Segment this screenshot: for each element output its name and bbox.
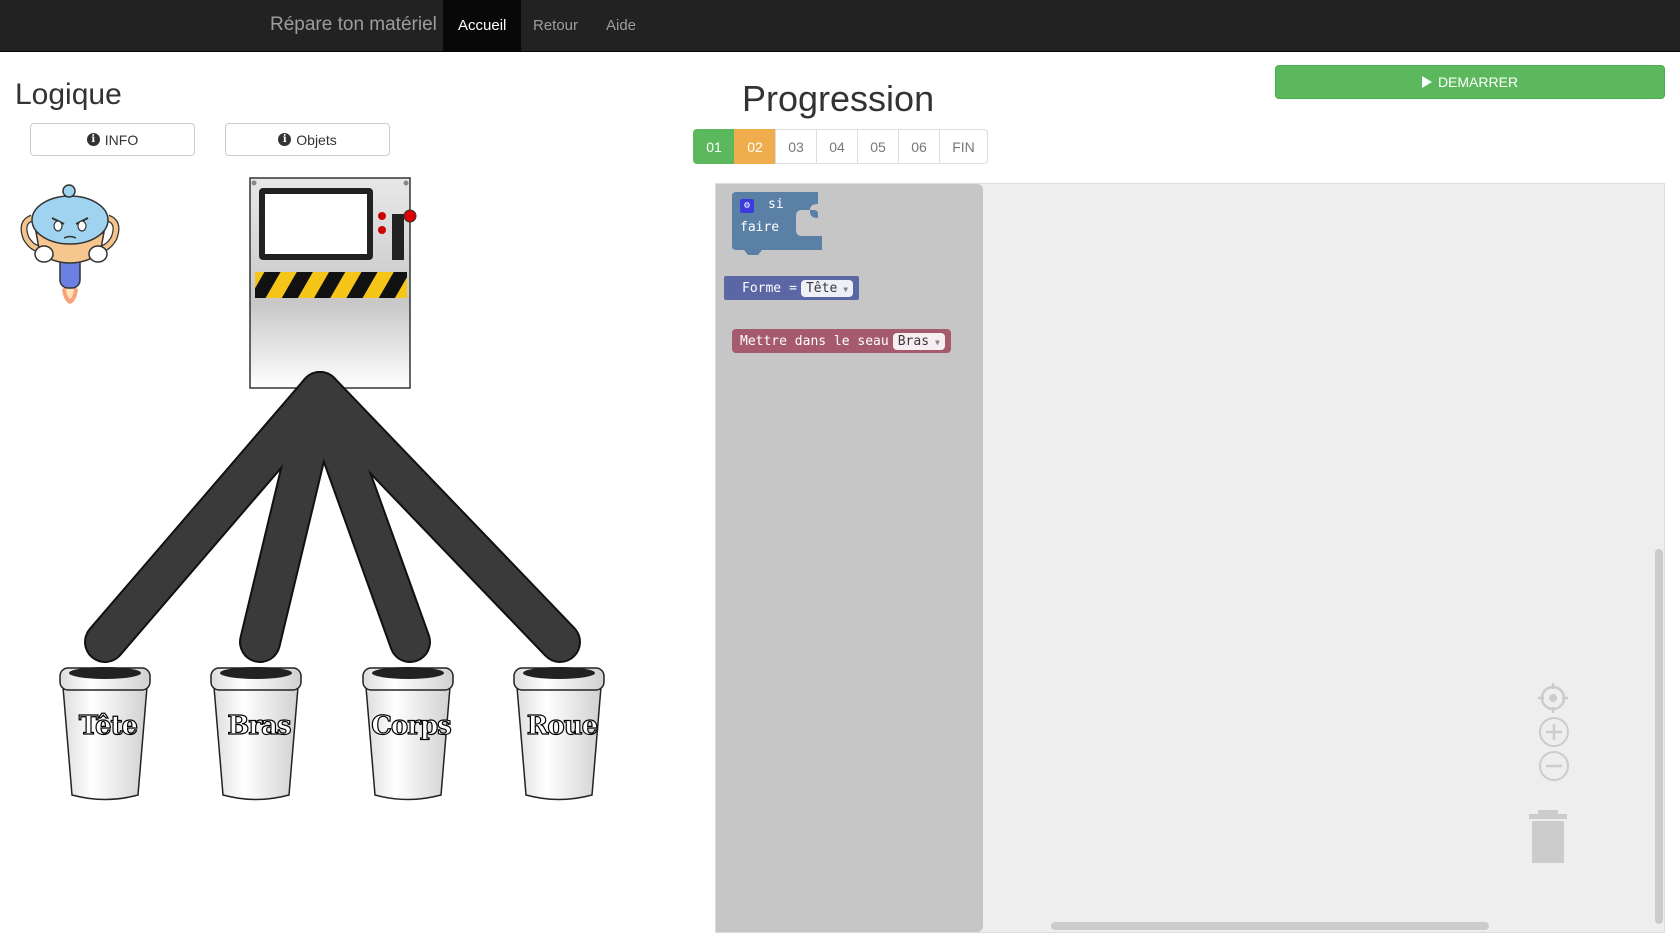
bucket-label-roue: Roue bbox=[526, 710, 599, 741]
info-button[interactable]: i INFO bbox=[30, 123, 195, 156]
bucket-value-label: Bras bbox=[897, 333, 930, 349]
objects-button[interactable]: i Objets bbox=[225, 123, 390, 156]
machine bbox=[249, 177, 417, 389]
if-block-faire: faire bbox=[740, 220, 780, 235]
compare-value-label: Tête bbox=[805, 280, 838, 296]
play-icon bbox=[1421, 76, 1432, 88]
compare-block[interactable]: Forme = Tête ▼ bbox=[724, 276, 860, 300]
chevron-down-icon: ▼ bbox=[935, 337, 940, 347]
action-block[interactable]: Mettre dans le seau Bras ▼ bbox=[732, 329, 951, 353]
nav-retour[interactable]: Retour bbox=[518, 0, 593, 51]
vertical-scrollbar[interactable] bbox=[1655, 549, 1663, 924]
info-icon: i bbox=[278, 133, 292, 146]
blockly-workspace[interactable]: ⚙ si faire Forme = Tête ▼ Mettre dans le … bbox=[715, 183, 1665, 933]
objects-button-label: Objets bbox=[296, 131, 337, 148]
brand-title[interactable]: Répare ton matériel bbox=[270, 14, 437, 36]
zoom-out-icon[interactable] bbox=[1538, 750, 1570, 782]
trash-icon[interactable] bbox=[1526, 808, 1570, 866]
logic-title: Logique bbox=[15, 78, 122, 111]
info-icon: i bbox=[86, 133, 100, 146]
action-block-label: Mettre dans le seau bbox=[740, 333, 889, 349]
level-pager: 01 02 03 04 05 06 FIN bbox=[693, 129, 988, 164]
nav-accueil[interactable]: Accueil bbox=[443, 0, 522, 51]
bucket-label-corps: Corps bbox=[371, 710, 453, 741]
start-button[interactable]: DEMARRER bbox=[1275, 65, 1665, 99]
compare-block-field: Forme bbox=[742, 280, 782, 296]
bucket-dropdown[interactable]: Bras ▼ bbox=[892, 332, 945, 350]
chevron-down-icon: ▼ bbox=[843, 284, 849, 294]
progression-title: Progression bbox=[742, 78, 935, 119]
horizontal-scrollbar[interactable] bbox=[1051, 922, 1489, 930]
page-03[interactable]: 03 bbox=[775, 129, 817, 164]
if-block-si: si bbox=[768, 197, 784, 212]
info-button-label: INFO bbox=[104, 131, 139, 148]
bucket-label-bras: Bras bbox=[227, 710, 292, 741]
page-fin[interactable]: FIN bbox=[939, 129, 988, 164]
page-06[interactable]: 06 bbox=[898, 129, 940, 164]
gear-icon[interactable]: ⚙ bbox=[740, 199, 754, 213]
page-02[interactable]: 02 bbox=[734, 129, 776, 164]
top-navbar: Répare ton matériel Accueil Retour Aide bbox=[0, 0, 1680, 52]
compare-block-operator: = bbox=[789, 280, 797, 296]
page-05[interactable]: 05 bbox=[857, 129, 899, 164]
recenter-icon[interactable] bbox=[1536, 681, 1570, 715]
bucket-label-tete: Tête bbox=[78, 710, 138, 741]
zoom-in-icon[interactable] bbox=[1538, 716, 1570, 748]
start-button-label: DEMARRER bbox=[1437, 74, 1519, 90]
compare-value-dropdown[interactable]: Tête ▼ bbox=[800, 279, 854, 297]
nav-aide[interactable]: Aide bbox=[591, 0, 651, 51]
tubes bbox=[84, 371, 581, 663]
page-01[interactable]: 01 bbox=[693, 129, 735, 164]
page-04[interactable]: 04 bbox=[816, 129, 858, 164]
